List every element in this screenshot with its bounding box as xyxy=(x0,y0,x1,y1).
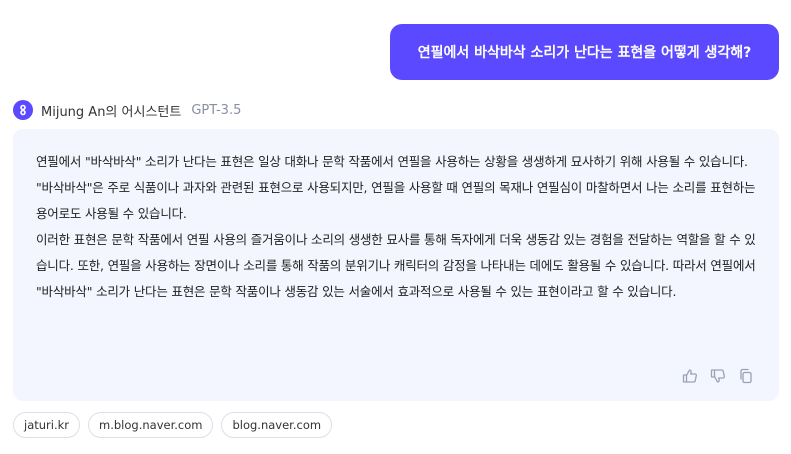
assistant-header: Mijung An의 어시스턴트 GPT-3.5 xyxy=(13,99,241,121)
thumbs-down-icon xyxy=(710,369,725,383)
assistant-name: Mijung An의 어시스턴트 xyxy=(41,104,182,120)
source-chip[interactable]: blog.naver.com xyxy=(221,412,333,438)
copy-button[interactable] xyxy=(737,367,755,385)
assistant-answer-card: 연필에서 "바삭바삭" 소리가 난다는 표현은 일상 대화나 문학 작품에서 연… xyxy=(13,129,779,401)
feedback-bar xyxy=(681,367,755,385)
chat-page: 연필에서 바삭바삭 소리가 난다는 표현을 어떻게 생각해? Mijung An… xyxy=(0,0,791,454)
model-tag: GPT-3.5 xyxy=(191,102,242,118)
link-icon xyxy=(20,104,26,116)
user-message-text: 연필에서 바삭바삭 소리가 난다는 표현을 어떻게 생각해? xyxy=(417,45,752,61)
thumbs-up-icon xyxy=(682,369,697,383)
answer-text: 연필에서 "바삭바삭" 소리가 난다는 표현은 일상 대화나 문학 작품에서 연… xyxy=(36,149,757,305)
assistant-avatar xyxy=(13,100,33,120)
thumbs-up-button[interactable] xyxy=(681,367,699,385)
thumbs-down-button[interactable] xyxy=(709,367,727,385)
source-chips: jaturi.kr m.blog.naver.com blog.naver.co… xyxy=(13,412,333,438)
answer-paragraph-2: 이러한 표현은 문학 작품에서 연필 사용의 즐거움이나 소리의 생생한 묘사를… xyxy=(36,232,756,299)
copy-icon xyxy=(740,368,752,384)
source-chip[interactable]: m.blog.naver.com xyxy=(88,412,214,438)
user-message-bubble: 연필에서 바삭바삭 소리가 난다는 표현을 어떻게 생각해? xyxy=(390,24,779,80)
answer-paragraph-1: 연필에서 "바삭바삭" 소리가 난다는 표현은 일상 대화나 문학 작품에서 연… xyxy=(36,154,756,221)
source-chip[interactable]: jaturi.kr xyxy=(13,412,81,438)
